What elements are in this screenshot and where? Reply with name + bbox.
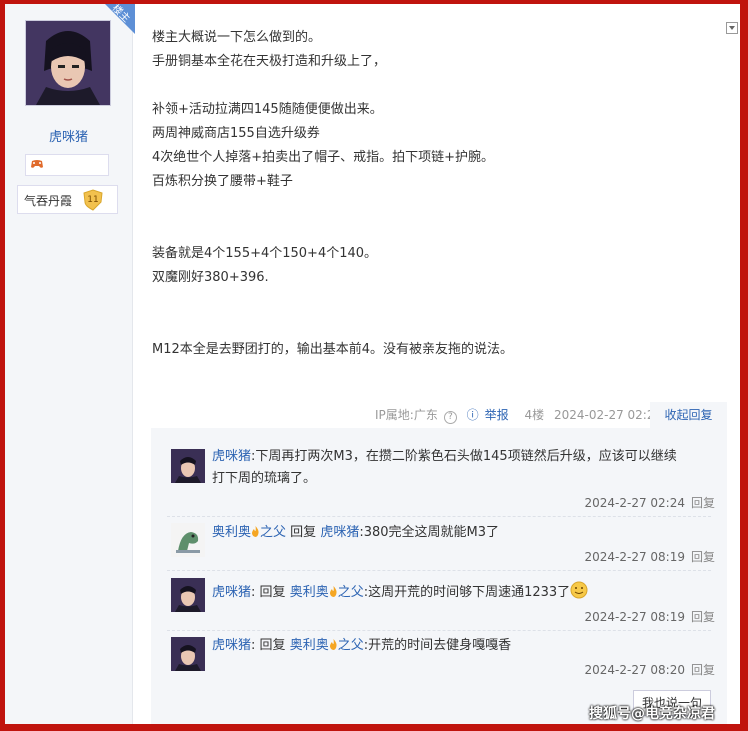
floor-number: 4楼 [524, 408, 545, 422]
reply-user[interactable]: 虎咪猪 [212, 449, 251, 464]
ip-location: IP属地:广东 [375, 408, 438, 422]
post-menu-dropdown[interactable] [726, 22, 738, 34]
post-line: 4次绝世个人掉落+拍卖出了帽子、戒指。拍下项链+护腕。 [152, 150, 495, 165]
reply-divider [167, 570, 711, 571]
smile-emoji-icon [570, 581, 588, 599]
fire-icon [329, 639, 337, 650]
post-time: 2024-02-27 02:21 [553, 408, 663, 422]
reply-target[interactable]: 奥利奥 之父 [290, 585, 364, 600]
reply-user[interactable]: 奥利奥 之父 [212, 525, 286, 540]
post-line: 两周神威商店155自选升级券 [152, 126, 320, 141]
watermark: 搜狐号@电竞杂凉君 [589, 706, 715, 722]
reply-time: 2024-2-27 08:19 [584, 610, 685, 624]
post-line: M12本全是去野团打的，输出基本前4。没有被亲友拖的说法。 [152, 342, 514, 357]
reply-meta: 2024-2-27 08:19 回复 [584, 608, 715, 625]
post-footer: IP属地:广东? ⓘ 举报 4楼 2024-02-27 02:21 [375, 406, 668, 424]
member-badge[interactable] [25, 154, 109, 176]
level-badge[interactable]: 气吞丹霞 11 [17, 185, 118, 214]
reply-avatar[interactable] [171, 449, 205, 483]
reply-time: 2024-2-27 08:20 [584, 663, 685, 677]
help-icon[interactable]: ? [443, 411, 457, 424]
post-line: 装备就是4个155+4个150+4个140。 [152, 246, 378, 261]
report-button[interactable]: ⓘ 举报 [467, 408, 515, 422]
fire-icon [252, 526, 259, 537]
reply-text: 奥利奥 之父 回复 虎咪猪:380完全这周就能M3了 [212, 525, 500, 540]
fire-icon [329, 586, 337, 597]
level-number: 11 [87, 195, 98, 205]
post-line: 百炼积分换了腰带+鞋子 [152, 174, 293, 189]
post-line: 手册铜基本全花在天极打造和升级上了， [152, 54, 387, 69]
reply-target[interactable]: 虎咪猪 [320, 525, 359, 540]
reply-target[interactable]: 奥利奥 之父 [290, 638, 364, 653]
reply-action[interactable]: 回复 [691, 663, 715, 677]
reply-time: 2024-2-27 02:24 [584, 496, 685, 510]
reply-avatar[interactable] [171, 523, 205, 557]
reply-action[interactable]: 回复 [691, 550, 715, 564]
reply-text: 虎咪猪: 回复 奥利奥 之父:开荒的时间去健身嘎嘎香 [212, 638, 512, 653]
level-shield-icon: 11 [83, 189, 103, 211]
reply-divider [167, 516, 711, 517]
author-sidebar: 虎咪猪 气吞丹霞 11 [5, 4, 133, 724]
reply-action[interactable]: 回复 [691, 496, 715, 510]
reply-user[interactable]: 虎咪猪 [212, 585, 251, 600]
game-controller-icon [31, 160, 43, 168]
author-name[interactable]: 虎咪猪 [5, 126, 132, 145]
reply-list: 虎咪猪:下周再打两次M3，在攒二阶紫色石头做145项链然后升级，应该可以继续 打下… [151, 428, 727, 724]
post-line: 双魔刚好380+396. [152, 270, 269, 285]
reply-meta: 2024-2-27 02:24 回复 [584, 494, 715, 511]
reply-time: 2024-2-27 08:19 [584, 550, 685, 564]
reply-text: 虎咪猪:下周再打两次M3，在攒二阶紫色石头做145项链然后升级，应该可以继续 打下… [212, 449, 677, 486]
post-frame: 虎咪猪 气吞丹霞 11 楼主 楼主大概说一下怎么做到的。 手册铜基本全花在天极打… [5, 4, 740, 724]
post-line: 楼主大概说一下怎么做到的。 [152, 30, 322, 45]
reply-avatar[interactable] [171, 578, 205, 612]
reply-meta: 2024-2-27 08:20 回复 [584, 661, 715, 678]
reply-user[interactable]: 虎咪猪 [212, 638, 251, 653]
reply-action[interactable]: 回复 [691, 610, 715, 624]
collapse-replies-button[interactable]: 收起回复 [650, 402, 727, 428]
reply-meta: 2024-2-27 08:19 回复 [584, 548, 715, 565]
report-icon: ⓘ [466, 408, 479, 422]
author-avatar[interactable] [25, 20, 111, 106]
reply-avatar[interactable] [171, 637, 205, 671]
level-name: 气吞丹霞 [24, 194, 73, 208]
reply-divider [167, 630, 711, 631]
reply-text: 虎咪猪: 回复 奥利奥 之父:这周开荒的时间够下周速通1233了 [212, 581, 588, 604]
post-line: 补领+活动拉满四145随随便便做出来。 [152, 102, 383, 117]
